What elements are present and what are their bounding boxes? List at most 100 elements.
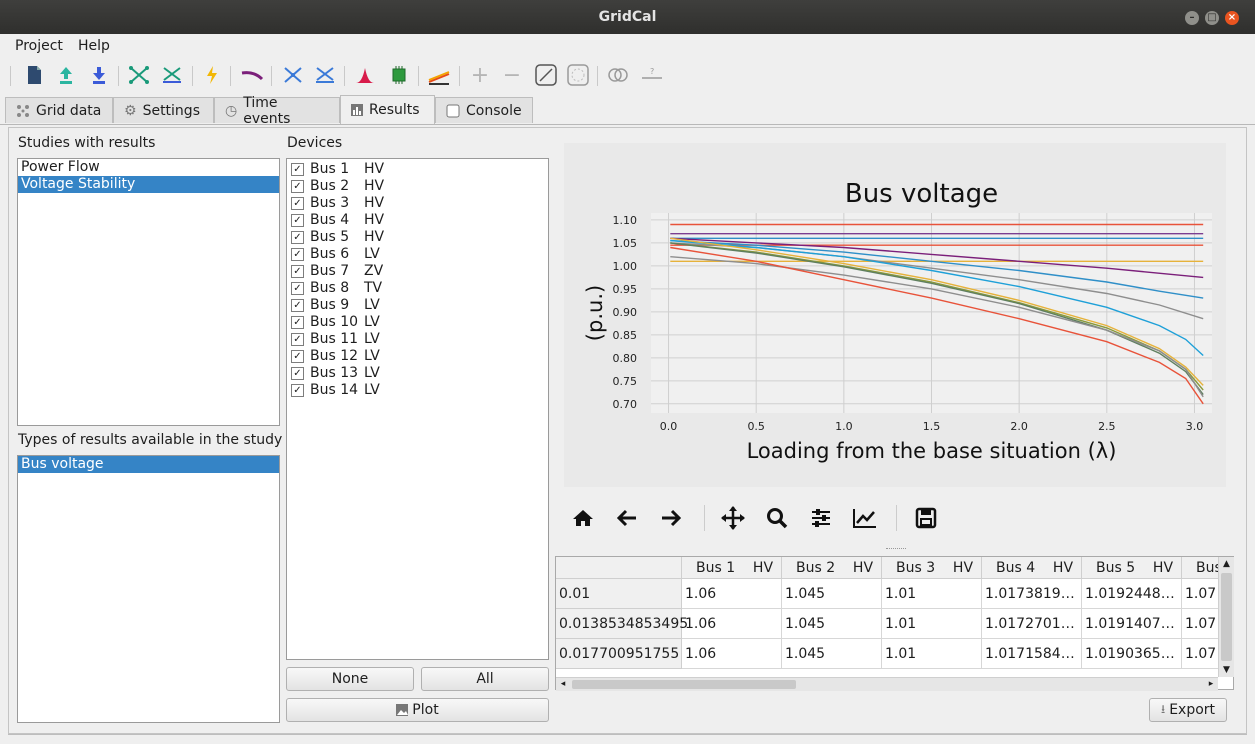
new-file-icon[interactable]	[21, 62, 47, 88]
device-item[interactable]: ✓ Bus 14 LV	[287, 382, 548, 399]
device-item[interactable]: ✓ Bus 5 HV	[287, 229, 548, 246]
device-item[interactable]: ✓ Bus 11 LV	[287, 331, 548, 348]
scroll-up-icon[interactable]: ▲	[1219, 557, 1234, 571]
table-cell[interactable]: 1.01	[882, 609, 982, 639]
axes-edit-icon[interactable]	[850, 503, 880, 533]
export-button[interactable]: ⭳ Export	[1149, 698, 1227, 722]
results-table[interactable]: Bus 1 HV Bus 2 HV Bus 3 HV Bus 4 HV Bus 5 HV…	[555, 556, 1234, 690]
device-checkbox[interactable]: ✓	[291, 197, 304, 210]
study-power-flow[interactable]: Power Flow	[18, 159, 279, 176]
device-checkbox[interactable]: ✓	[291, 350, 304, 363]
device-item[interactable]: ✓ Bus 6 LV	[287, 246, 548, 263]
download-icon[interactable]	[86, 62, 112, 88]
maximize-button[interactable]: □	[1205, 11, 1219, 25]
device-checkbox[interactable]: ✓	[291, 180, 304, 193]
table-cell[interactable]: 1.06	[682, 579, 782, 609]
table-cell[interactable]: 1.01	[882, 639, 982, 669]
close-button[interactable]: ×	[1225, 11, 1239, 25]
scroll-right-icon[interactable]: ▸	[1204, 678, 1218, 691]
study-voltage-stability[interactable]: Voltage Stability	[18, 176, 279, 193]
device-checkbox[interactable]: ✓	[291, 163, 304, 176]
zoom-in-icon[interactable]: +	[467, 62, 493, 88]
device-checkbox[interactable]: ✓	[291, 248, 304, 261]
devices-list[interactable]: ✓ Bus 1 HV ✓ Bus 2 HV ✓ Bus 3 HV ✓ Bus 4 HV ✓ Bus 5 HV…	[286, 158, 549, 660]
tab-settings[interactable]: ⚙ Settings	[113, 97, 214, 123]
device-item[interactable]: ✓ Bus 3 HV	[287, 195, 548, 212]
select-area-icon[interactable]	[565, 62, 591, 88]
device-checkbox[interactable]: ✓	[291, 384, 304, 397]
upload-icon[interactable]	[53, 62, 79, 88]
link-icon[interactable]	[605, 62, 631, 88]
home-icon[interactable]	[568, 503, 598, 533]
grid-layout-icon[interactable]	[159, 62, 185, 88]
network-icon[interactable]	[280, 62, 306, 88]
tab-results[interactable]: Results	[340, 95, 435, 124]
none-button[interactable]: None	[286, 667, 414, 691]
zoom-out-icon[interactable]: −	[499, 62, 525, 88]
device-checkbox[interactable]: ✓	[291, 367, 304, 380]
distribution-icon[interactable]	[352, 62, 378, 88]
grid-graph-icon[interactable]	[126, 62, 152, 88]
table-column-header[interactable]: Bus 3 HV	[882, 557, 982, 579]
configure-subplots-icon[interactable]	[806, 503, 836, 533]
device-item[interactable]: ✓ Bus 10 LV	[287, 314, 548, 331]
device-item[interactable]: ✓ Bus 7 ZV	[287, 263, 548, 280]
table-column-header[interactable]: Bus 2 HV	[782, 557, 882, 579]
chip-icon[interactable]	[386, 62, 412, 88]
all-button[interactable]: All	[421, 667, 549, 691]
table-column-header[interactable]: Bus 5 HV	[1082, 557, 1182, 579]
device-checkbox[interactable]: ✓	[291, 265, 304, 278]
time-series-icon[interactable]	[426, 62, 452, 88]
network-layout-icon[interactable]	[312, 62, 338, 88]
scroll-left-icon[interactable]: ◂	[556, 678, 570, 691]
voltage-stability-icon[interactable]	[239, 62, 265, 88]
device-item[interactable]: ✓ Bus 13 LV	[287, 365, 548, 382]
table-cell[interactable]: 1.0192448…	[1082, 579, 1182, 609]
horizontal-scroll-thumb[interactable]	[572, 680, 796, 689]
device-checkbox[interactable]: ✓	[291, 316, 304, 329]
unknown-tool-icon[interactable]: ?	[639, 62, 665, 88]
tab-console[interactable]: Console	[435, 97, 533, 123]
forward-arrow-icon[interactable]	[656, 503, 686, 533]
horizontal-scrollbar[interactable]: ◂ ▸	[556, 677, 1218, 691]
vertical-scroll-thumb[interactable]	[1221, 573, 1232, 661]
table-column-header[interactable]: Bus 4 HV	[982, 557, 1082, 579]
fit-view-icon[interactable]	[533, 62, 559, 88]
table-cell[interactable]: 1.045	[782, 609, 882, 639]
device-checkbox[interactable]: ✓	[291, 214, 304, 227]
device-item[interactable]: ✓ Bus 8 TV	[287, 280, 548, 297]
minimize-button[interactable]: –	[1185, 11, 1199, 25]
plot-button[interactable]: Plot	[286, 698, 549, 722]
table-cell[interactable]: 1.0190365…	[1082, 639, 1182, 669]
table-cell[interactable]: 1.0191407…	[1082, 609, 1182, 639]
table-cell[interactable]: 1.0173819…	[982, 579, 1082, 609]
menu-project[interactable]: Project	[15, 38, 63, 54]
result-type-bus-voltage[interactable]: Bus voltage	[18, 456, 279, 473]
table-row-header[interactable]: 0.0138534853495	[556, 609, 688, 639]
device-item[interactable]: ✓ Bus 12 LV	[287, 348, 548, 365]
table-cell[interactable]: 1.01	[882, 579, 982, 609]
studies-list[interactable]: Power Flow Voltage Stability	[17, 158, 280, 426]
device-item[interactable]: ✓ Bus 2 HV	[287, 178, 548, 195]
table-cell[interactable]: 1.045	[782, 579, 882, 609]
device-checkbox[interactable]: ✓	[291, 333, 304, 346]
table-cell[interactable]: 1.0171584…	[982, 639, 1082, 669]
menu-help[interactable]: Help	[78, 38, 110, 54]
back-arrow-icon[interactable]	[612, 503, 642, 533]
table-column-header[interactable]: Bus 1 HV	[682, 557, 782, 579]
device-item[interactable]: ✓ Bus 9 LV	[287, 297, 548, 314]
splitter-handle[interactable]	[886, 548, 906, 552]
device-checkbox[interactable]: ✓	[291, 231, 304, 244]
power-flow-icon[interactable]	[199, 62, 225, 88]
device-checkbox[interactable]: ✓	[291, 282, 304, 295]
table-row-header[interactable]: 0.01	[556, 579, 682, 609]
zoom-icon[interactable]	[762, 503, 792, 533]
device-item[interactable]: ✓ Bus 4 HV	[287, 212, 548, 229]
device-checkbox[interactable]: ✓	[291, 299, 304, 312]
table-cell[interactable]: 1.06	[682, 639, 782, 669]
tab-time-events[interactable]: ◷ Time events	[214, 95, 340, 127]
tab-grid-data[interactable]: Grid data	[5, 97, 113, 123]
save-icon[interactable]	[911, 503, 941, 533]
pan-icon[interactable]	[718, 503, 748, 533]
table-cell[interactable]: 1.045	[782, 639, 882, 669]
